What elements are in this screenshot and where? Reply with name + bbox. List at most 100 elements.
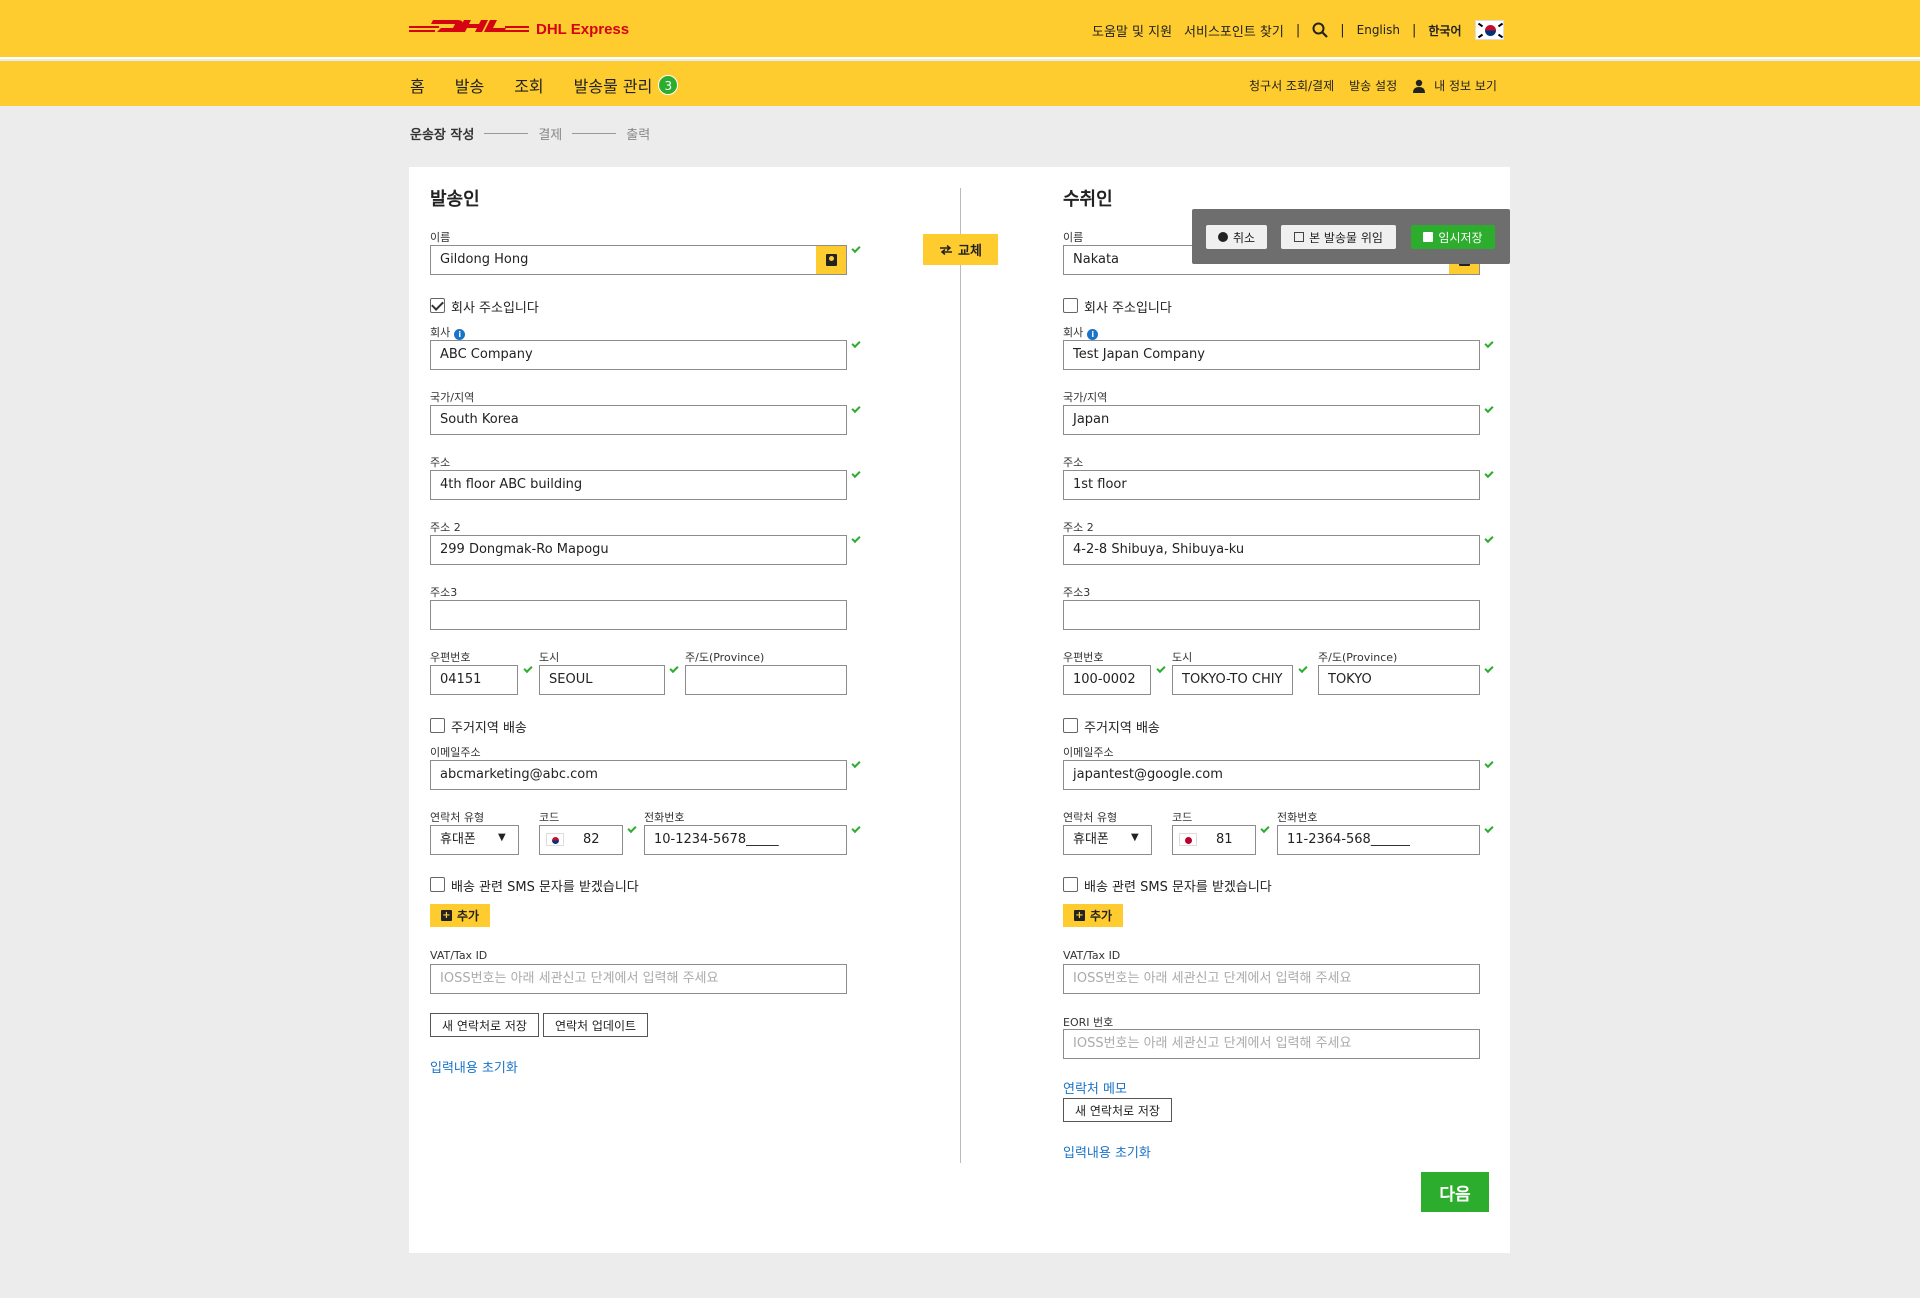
progress-steps: 운송장 작성 결제 출력: [410, 124, 650, 143]
receiver-province-label: 주/도(Province): [1318, 651, 1398, 664]
floating-toolbar: 취소 본 발송물 위임 임시저장: [1192, 209, 1510, 264]
receiver-address2-label: 주소 2: [1063, 521, 1094, 534]
receiver-memo-link[interactable]: 연락처 메모: [1063, 1078, 1127, 1097]
sender-company-label: 회사 i: [430, 324, 466, 340]
lang-english[interactable]: English: [1357, 23, 1400, 37]
service-point-link[interactable]: 서비스포인트 찾기: [1184, 21, 1284, 40]
sender-sms-checkbox[interactable]: [430, 877, 445, 892]
receiver-address-input[interactable]: 1st floor: [1063, 470, 1480, 500]
sender-name-label: 이름: [430, 231, 451, 244]
sender-residential-label: 주거지역 배송: [451, 721, 527, 736]
receiver-city-label: 도시: [1172, 651, 1193, 664]
nav-ship[interactable]: 발송: [455, 73, 484, 97]
japan-flag-icon: [1179, 833, 1197, 846]
sender-save-contact-button[interactable]: 새 연락처로 저장: [430, 1013, 539, 1037]
receiver-email-input[interactable]: japantest@google.com: [1063, 760, 1480, 790]
dhl-logo[interactable]: DHL Express: [409, 17, 629, 41]
sender-province-input[interactable]: [685, 665, 847, 695]
sender-name-input[interactable]: Gildong Hong: [430, 245, 847, 275]
top-header: DHL Express 도움말 및 지원 서비스포인트 찾기 | | Engli…: [0, 0, 1920, 59]
sender-postal-input[interactable]: 04151: [430, 665, 518, 695]
step-print: 출력: [626, 128, 651, 143]
sender-address-input[interactable]: 4th floor ABC building: [430, 470, 847, 500]
receiver-company-input[interactable]: Test Japan Company: [1063, 340, 1480, 370]
delegate-button[interactable]: 본 발송물 위임: [1281, 225, 1396, 249]
receiver-country-label: 국가/지역: [1063, 391, 1108, 404]
sender-address-label: 주소: [430, 456, 451, 469]
sender-email-input[interactable]: abcmarketing@abc.com: [430, 760, 847, 790]
receiver-email-label: 이메일주소: [1063, 746, 1114, 759]
sender-city-input[interactable]: SEOUL: [539, 665, 665, 695]
step-waybill: 운송장 작성: [410, 128, 475, 143]
receiver-company-checkbox[interactable]: [1063, 298, 1078, 313]
sender-country-input[interactable]: South Korea: [430, 405, 847, 435]
manage-count-badge: 3: [658, 75, 679, 95]
plus-icon: +: [1073, 910, 1085, 921]
lang-korean[interactable]: 한국어: [1428, 22, 1461, 39]
receiver-province-input[interactable]: TOKYO: [1318, 665, 1480, 695]
swap-button[interactable]: 교체: [923, 234, 998, 265]
billing-link[interactable]: 청구서 조회/결제: [1249, 77, 1334, 94]
sender-address2-label: 주소 2: [430, 521, 461, 534]
receiver-vat-input[interactable]: IOSS번호는 아래 세관신고 단계에서 입력해 주세요: [1063, 964, 1480, 994]
sender-residential-checkbox[interactable]: [430, 718, 445, 733]
address-book-icon[interactable]: [816, 246, 846, 274]
divider: |: [1411, 22, 1417, 38]
receiver-reset-link[interactable]: 입력내용 초기화: [1063, 1142, 1151, 1161]
info-icon[interactable]: i: [454, 329, 466, 340]
sender-city-label: 도시: [539, 651, 560, 664]
help-link[interactable]: 도움말 및 지원: [1092, 21, 1172, 40]
receiver-city-input[interactable]: TOKYO-TO CHIY: [1172, 665, 1293, 695]
sender-reset-link[interactable]: 입력내용 초기화: [430, 1057, 518, 1076]
receiver-eori-input[interactable]: IOSS번호는 아래 세관신고 단계에서 입력해 주세요: [1063, 1029, 1480, 1059]
sender-address3-input[interactable]: [430, 600, 847, 630]
search-icon[interactable]: [1312, 22, 1329, 38]
receiver-phone-input[interactable]: 11-2364-568______: [1277, 825, 1480, 855]
next-button[interactable]: 다음: [1421, 1172, 1489, 1212]
sender-vat-input[interactable]: IOSS번호는 아래 세관신고 단계에서 입력해 주세요: [430, 964, 847, 994]
receiver-address3-input[interactable]: [1063, 600, 1480, 630]
divider: |: [1340, 22, 1345, 38]
receiver-add-button[interactable]: + 추가: [1063, 904, 1123, 927]
sender-address2-input[interactable]: 299 Dongmak-Ro Mapogu: [430, 535, 847, 565]
sender-email-label: 이메일주소: [430, 746, 481, 759]
step-connector: [484, 133, 529, 134]
receiver-address2-input[interactable]: 4-2-8 Shibuya, Shibuya-ku: [1063, 535, 1480, 565]
sender-country-label: 국가/지역: [430, 391, 475, 404]
receiver-save-contact-button[interactable]: 새 연락처로 저장: [1063, 1098, 1172, 1122]
nav-home[interactable]: 홈: [410, 73, 425, 97]
divider: |: [1295, 22, 1301, 38]
sender-company-checkbox-label: 회사 주소입니다: [451, 301, 539, 316]
receiver-company-checkbox-label: 회사 주소입니다: [1084, 301, 1172, 316]
sender-company-input[interactable]: ABC Company: [430, 340, 847, 370]
user-icon: [1413, 79, 1426, 93]
settings-link[interactable]: 발송 설정: [1349, 77, 1397, 94]
step-connector: [572, 133, 617, 134]
step-payment: 결제: [538, 128, 563, 143]
receiver-address-label: 주소: [1063, 456, 1084, 469]
nav-track[interactable]: 조회: [514, 73, 543, 97]
dropdown-arrow-icon: ▼: [1131, 832, 1139, 843]
plus-icon: +: [440, 910, 452, 921]
receiver-postal-input[interactable]: 100-0002: [1063, 665, 1151, 695]
profile-link[interactable]: 내 정보 보기: [1434, 77, 1497, 94]
save-draft-button[interactable]: 임시저장: [1411, 225, 1495, 249]
info-icon[interactable]: i: [1087, 329, 1099, 340]
sender-postal-label: 우편번호: [430, 651, 471, 664]
sender-phone-label: 전화번호: [644, 811, 685, 824]
receiver-title: 수취인: [1063, 189, 1113, 210]
sender-province-label: 주/도(Province): [685, 651, 765, 664]
nav-manage[interactable]: 발송물 관리 3: [574, 73, 679, 97]
cancel-button[interactable]: 취소: [1206, 225, 1267, 249]
receiver-residential-checkbox[interactable]: [1063, 718, 1078, 733]
sender-contact-type-label: 연락처 유형: [430, 811, 485, 824]
receiver-sms-checkbox[interactable]: [1063, 877, 1078, 892]
sender-update-contact-button[interactable]: 연락처 업데이트: [543, 1013, 648, 1037]
receiver-country-input[interactable]: Japan: [1063, 405, 1480, 435]
sender-phone-input[interactable]: 10-1234-5678_____: [644, 825, 847, 855]
korea-flag-icon[interactable]: [1475, 20, 1505, 40]
receiver-vat-label: VAT/Tax ID: [1063, 949, 1121, 962]
cancel-icon: [1217, 232, 1228, 242]
sender-company-checkbox[interactable]: [430, 298, 445, 313]
sender-add-button[interactable]: + 추가: [430, 904, 490, 927]
